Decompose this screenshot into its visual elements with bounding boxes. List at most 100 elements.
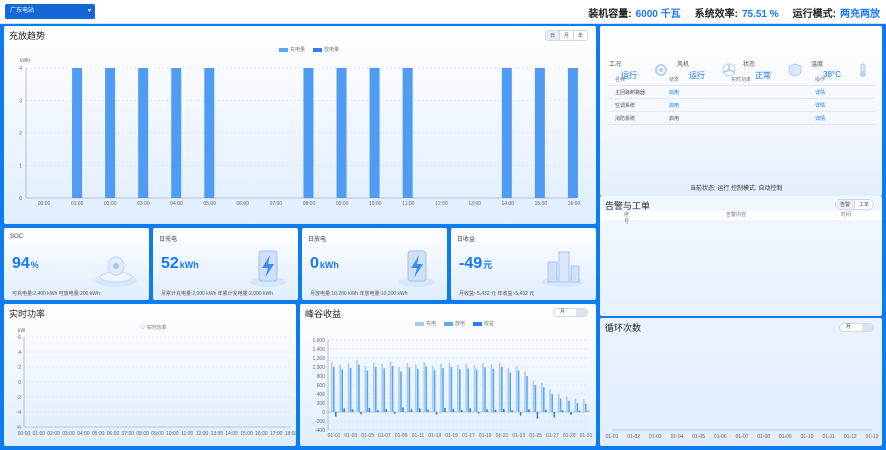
pv-y-tick: 1,400 (312, 347, 325, 353)
pv-bar-charge (574, 398, 577, 412)
rt-x-tick: 02:00 (47, 431, 60, 437)
pv-bar-charge (507, 367, 509, 412)
pv-bar-charge (331, 362, 333, 412)
col-name: 名称 (615, 76, 626, 83)
pv-bar-charge (448, 362, 451, 412)
daily-revenue-sub: 月收益:-5,432 元 年收益:-5,432 元 (459, 291, 535, 297)
col-state: 状态 (669, 76, 680, 83)
rt-x-tick: 11:00 (181, 431, 193, 437)
top-bar: 广东电站 ▾ 装机容量: 6000 千瓦 系统效率: 75.51 % 运行模式: 两充… (0, 0, 886, 24)
status-work-name: 工况 (609, 62, 622, 68)
pv-bar-revenue (435, 412, 438, 415)
pv-bar-revenue (536, 412, 539, 419)
trend-y-tick: 0 (19, 196, 22, 202)
pv-bar-discharge (475, 369, 478, 412)
daily-charge-card: 日充电 52kWh 月累计充电量:2,000 kWh 年累计充电量:2,000 … (153, 228, 298, 300)
pv-bar-revenue (494, 409, 497, 412)
pv-bar-charge (490, 364, 493, 412)
trend-bar-charge (303, 68, 314, 198)
soc-value-unit: % (30, 260, 39, 270)
pv-bar-discharge (341, 369, 343, 412)
pv-bar-discharge (559, 398, 562, 412)
pv-bar-charge (364, 366, 367, 412)
daily-revenue-card: 日收益 -49元 月收益:-5,432 元 年收益:-5,432 元 (451, 228, 596, 300)
tab-alarm[interactable]: 告警 (835, 200, 855, 209)
table-row: 空调系统 启用 详情 (607, 99, 875, 112)
rt-x-tick: 14:00 (225, 431, 238, 437)
trend-bar-charge (171, 68, 182, 198)
kpi-efficiency-value: 75.51 % (741, 9, 779, 20)
row-detail-link[interactable]: 详情 (815, 89, 875, 96)
pv-x-tick: 01-03 (344, 433, 357, 439)
pv-bar-revenue (561, 410, 564, 412)
rt-y-tick: 4 (18, 350, 21, 356)
rt-x-tick: 05:00 (92, 431, 105, 437)
rt-y-tick: 2 (18, 365, 21, 371)
trend-x-tick: 13:00 (468, 201, 481, 207)
station-select[interactable]: 广东电站 ▾ (5, 4, 95, 19)
pv-bar-discharge (417, 368, 419, 412)
pv-bar-charge (339, 364, 341, 412)
pv-bar-revenue (545, 409, 547, 412)
rt-y-tick: -4 (17, 410, 22, 416)
station-select-label: 广东电站 (10, 8, 35, 14)
battery-platform-icon (95, 256, 137, 287)
pv-bar-discharge (492, 368, 495, 412)
rt-y-tick: -2 (17, 395, 22, 401)
daily-revenue-unit: 元 (483, 260, 493, 270)
buildings-icon (542, 251, 584, 287)
pv-bar-discharge (375, 367, 377, 412)
pv-y-tick: 1,000 (312, 365, 325, 371)
rt-y-unit: kW (18, 328, 26, 334)
tab-workorder[interactable]: 工单 (855, 200, 873, 209)
rt-x-tick: 12:00 (196, 431, 209, 437)
pv-y-tick: 400 (317, 392, 326, 398)
pv-bar-discharge (534, 385, 537, 412)
pv-bar-revenue (519, 412, 522, 416)
trend-bar-charge (105, 68, 116, 198)
row-detail-link[interactable]: 详情 (815, 115, 875, 122)
pv-bar-revenue (393, 412, 396, 414)
cy-x-tick: 01-03 (649, 434, 662, 440)
pv-bar-charge (406, 362, 409, 412)
trend-chart: kWh 0 1 2 3 4 00:00 01:00 02:00 03:00 04:00 05:00 06… (19, 58, 580, 207)
device-table: 名称 状态 实时功率 操作 主回路断路器 启用 详情 空调系统 启用 详情 消防… (607, 73, 875, 125)
trend-y-tick: 2 (19, 131, 22, 137)
pv-bar-discharge (450, 367, 453, 412)
pv-bar-charge (389, 361, 392, 412)
kpi-capacity-label: 装机容量: (588, 9, 632, 20)
pv-bar-revenue (503, 408, 505, 412)
daily-charge-number: 52 (161, 255, 179, 272)
lightning-icon (399, 250, 435, 287)
cy-x-tick: 01-07 (736, 434, 749, 440)
pv-bar-charge (524, 371, 526, 412)
rt-x-tick: 04:00 (77, 431, 90, 437)
daily-discharge-unit: kWh (319, 260, 339, 270)
trend-x-tick: 11:00 (402, 201, 414, 207)
pv-bar-revenue (578, 410, 581, 412)
cy-x-tick: 01-06 (714, 434, 727, 440)
kpi-mode: 运行模式: 两充两放 (793, 5, 880, 20)
pv-bar-revenue (553, 412, 555, 418)
pv-x-tick: 01-25 (529, 433, 542, 439)
cy-x-tick: 01-09 (779, 434, 792, 440)
pv-bar-revenue (511, 410, 513, 412)
pv-bar-discharge (526, 376, 528, 412)
kpi-mode-value: 两充两放 (840, 9, 880, 20)
kpi-mode-label: 运行模式: (792, 9, 836, 20)
alarm-panel: 告警与工单 告警 工单 序号 告警内容 时间 (600, 196, 882, 316)
pv-bar-revenue (587, 411, 589, 412)
row-name: 主回路断路器 (615, 89, 646, 96)
trend-x-tick: 06:00 (236, 201, 249, 207)
pv-bar-discharge (517, 370, 520, 412)
row-detail-link[interactable]: 详情 (815, 102, 875, 109)
pv-y-tick: 1,600 (312, 338, 325, 344)
pv-bar-charge (457, 364, 459, 412)
pv-x-tick: 01-13 (428, 433, 441, 439)
trend-bar-charge (567, 68, 578, 198)
pv-bar-charge (398, 367, 400, 412)
trend-x-tick: 10:00 (369, 201, 382, 207)
table-row: 主回路断路器 启用 详情 (607, 86, 875, 99)
trend-bar-charge (204, 68, 215, 198)
trend-x-tick: 02:00 (104, 201, 117, 207)
